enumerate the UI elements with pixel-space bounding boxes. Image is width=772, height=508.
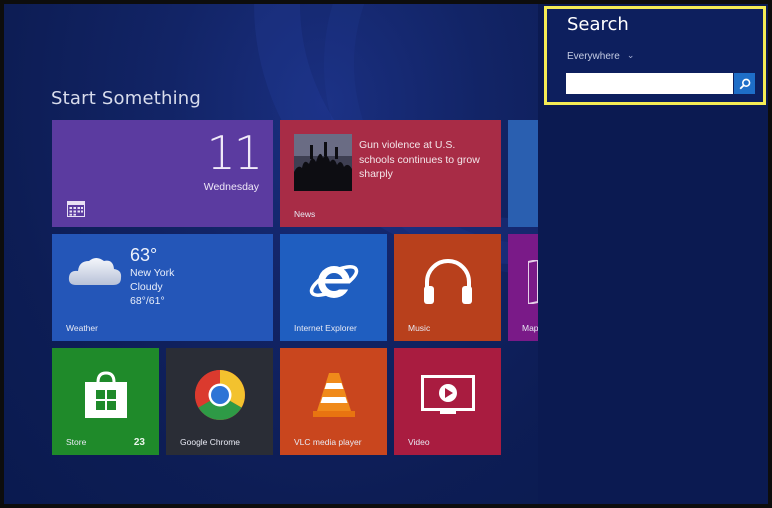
news-tile[interactable]: Gun violence at U.S. schools continues t…: [280, 120, 501, 227]
vlc-label: VLC media player: [294, 437, 362, 447]
video-tile[interactable]: Video: [394, 348, 501, 455]
news-label: News: [294, 209, 316, 219]
music-tile[interactable]: Music: [394, 234, 501, 341]
music-label: Music: [408, 323, 431, 333]
vlc-tile[interactable]: VLC media player: [280, 348, 387, 455]
chrome-icon: [194, 370, 245, 421]
weather-temperature: 63°: [130, 245, 158, 265]
vlc-cone-icon: [312, 373, 355, 418]
google-chrome-label: Google Chrome: [180, 437, 241, 447]
internet-explorer-label: Internet Explorer: [294, 323, 357, 333]
weather-condition: Cloudy: [130, 281, 163, 293]
maps-label: Map: [522, 323, 538, 333]
calendar-icon: [67, 201, 85, 217]
partial-tile-top[interactable]: [508, 120, 538, 227]
internet-explorer-icon: [309, 265, 358, 299]
store-badge-count: 23: [133, 437, 145, 448]
cloud-icon: [68, 258, 122, 285]
crowd-image: [294, 134, 352, 191]
shopping-bag-icon: [84, 371, 127, 419]
maps-tile-partial[interactable]: Map: [508, 234, 538, 341]
search-title: Search: [567, 14, 629, 35]
store-tile[interactable]: Store 23: [52, 348, 159, 455]
chevron-down-icon: ⌄: [626, 50, 635, 60]
store-label: Store: [66, 437, 87, 447]
calendar-weekday: Wednesday: [203, 181, 259, 193]
search-icon: [739, 78, 750, 89]
weather-range: 68°/61°: [130, 295, 165, 307]
search-input[interactable]: [566, 73, 733, 94]
headphones-icon: [423, 259, 472, 305]
news-photo: [294, 134, 352, 191]
calendar-tile[interactable]: 11 Wednesday: [52, 120, 273, 227]
weather-label: Weather: [66, 323, 98, 333]
map-icon: [528, 260, 538, 304]
search-scope-label: Everywhere: [567, 51, 620, 62]
internet-explorer-tile[interactable]: Internet Explorer: [280, 234, 387, 341]
news-headline: Gun violence at U.S. schools continues t…: [359, 139, 480, 180]
video-label: Video: [408, 437, 430, 447]
start-group-title: Start Something: [51, 88, 202, 109]
weather-city: New York: [130, 267, 175, 279]
google-chrome-tile[interactable]: Google Chrome: [166, 348, 273, 455]
calendar-day: 11: [206, 126, 263, 180]
search-panel-highlight: Search Everywhere ⌄: [544, 6, 766, 105]
search-scope-dropdown[interactable]: Everywhere ⌄: [567, 50, 634, 62]
video-player-icon: [420, 375, 475, 415]
weather-tile[interactable]: 63° New York Cloudy 68°/61° Weather: [52, 234, 273, 341]
search-button[interactable]: [734, 73, 755, 94]
